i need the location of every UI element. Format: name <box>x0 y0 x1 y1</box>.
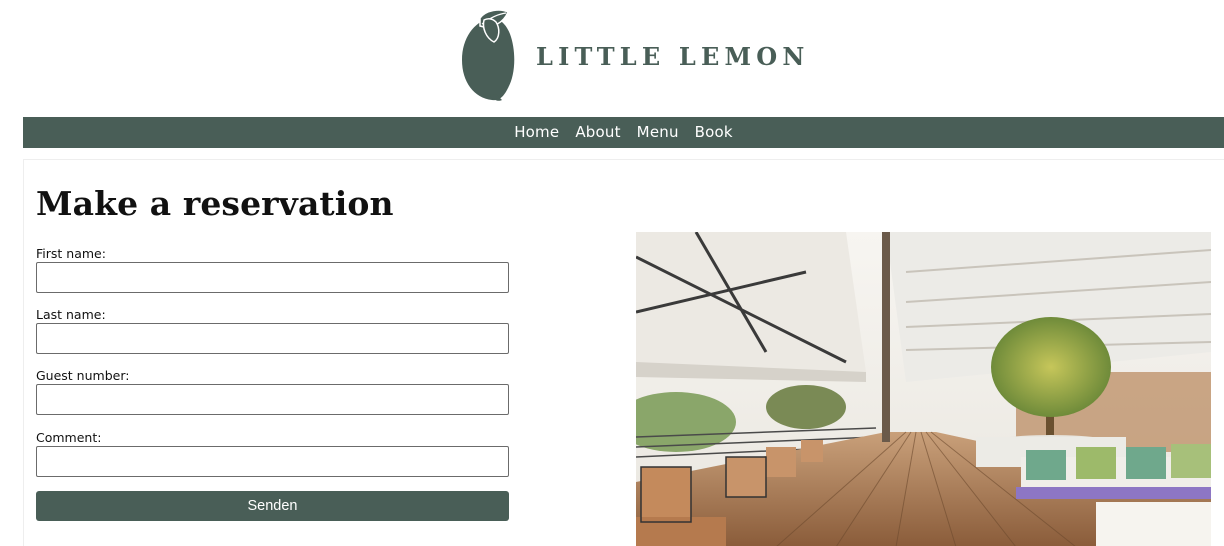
comment-field: Comment: <box>36 430 510 477</box>
last-name-input[interactable] <box>36 323 509 354</box>
nav-link-menu[interactable]: Menu <box>637 123 679 141</box>
nav-link-about[interactable]: About <box>575 123 620 141</box>
first-name-label: First name: <box>36 246 106 261</box>
page-title: Make a reservation <box>36 184 394 223</box>
nav-item-menu: Menu <box>637 123 679 142</box>
lemon-logo-icon <box>462 9 515 101</box>
reservation-section: Make a reservation First name: Last name… <box>23 159 1224 546</box>
restaurant-terrace-photo <box>636 232 1211 546</box>
brand-name: LITTLE LEMON <box>536 42 810 71</box>
nav-item-about: About <box>575 123 620 142</box>
nav-item-book: Book <box>695 123 733 142</box>
site-header: LITTLE LEMON <box>0 0 1224 116</box>
nav-list: Home About Menu Book <box>514 123 733 142</box>
first-name-input[interactable] <box>36 262 509 293</box>
nav-item-home: Home <box>514 123 559 142</box>
nav-link-home[interactable]: Home <box>514 123 559 141</box>
nav-link-book[interactable]: Book <box>695 123 733 141</box>
logo[interactable]: LITTLE LEMON <box>460 8 804 102</box>
guest-number-input[interactable] <box>36 384 509 415</box>
main-nav: Home About Menu Book <box>23 117 1224 148</box>
guest-number-label: Guest number: <box>36 368 130 383</box>
guest-number-field: Guest number: <box>36 368 510 415</box>
last-name-field: Last name: <box>36 307 510 354</box>
terrace-illustration <box>636 232 1211 546</box>
first-name-field: First name: <box>36 246 510 293</box>
comment-label: Comment: <box>36 430 102 445</box>
last-name-label: Last name: <box>36 307 106 322</box>
comment-input[interactable] <box>36 446 509 477</box>
submit-button[interactable]: Senden <box>36 491 509 521</box>
